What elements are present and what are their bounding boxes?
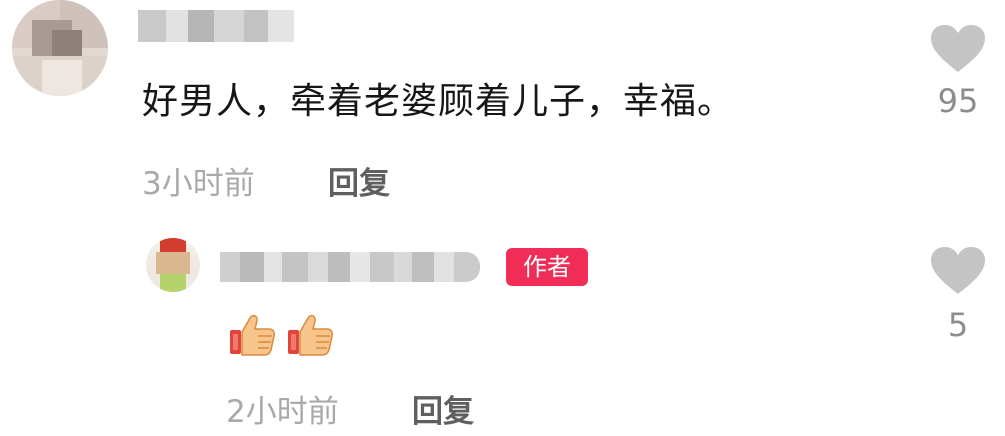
comment-text: 好男人，牵着老婆顾着儿子，幸福。 [142,81,735,122]
reply-emoji-row [228,310,334,358]
reply-button[interactable]: 回复 [412,386,474,431]
like-count: 5 [947,306,969,344]
reply-button[interactable]: 回复 [328,158,390,203]
thumbs-up-icon [230,314,275,356]
author-username-blurred[interactable] [220,252,480,282]
author-avatar[interactable] [146,238,200,292]
reply-timestamp: 2小时前 [226,394,339,430]
like-button[interactable] [930,24,986,78]
heart-icon [931,247,985,294]
like-count: 95 [937,82,979,120]
commenter-username-blurred[interactable] [138,10,294,42]
comment-timestamp: 3小时前 [142,166,255,202]
thumbs-up-icon [288,314,333,356]
like-button[interactable] [930,246,986,300]
commenter-avatar[interactable] [12,0,108,96]
heart-icon [931,25,985,72]
author-badge: 作者 [506,248,588,286]
